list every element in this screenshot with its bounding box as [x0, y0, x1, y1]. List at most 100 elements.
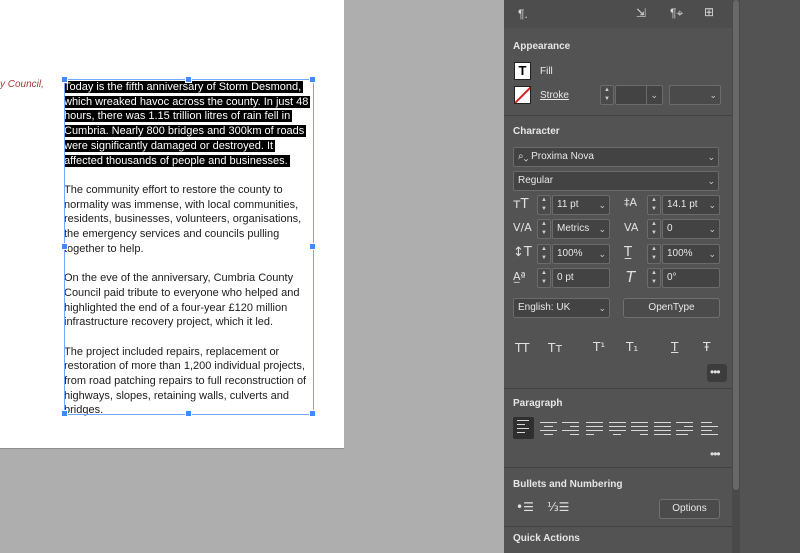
more-paragraph-options-icon[interactable]: •••	[710, 447, 721, 461]
leading-icon: ‡A	[624, 196, 638, 209]
vertical-scale-icon: ↕T	[513, 245, 532, 260]
character-title: Character	[513, 126, 560, 137]
subscript-button[interactable]: T₁	[626, 340, 638, 354]
tracking-stepper[interactable]: ▲ ▼	[647, 219, 661, 239]
justify-left-button[interactable]	[586, 419, 603, 437]
properties-panel: ¶. ⇲ ¶⌖ ⊞ Appearance T Fill Stroke ▲ ▼ ⌄ …	[504, 0, 800, 553]
panel-right-margin	[740, 0, 800, 553]
font-style-dropdown[interactable]: Regular ⌄	[513, 171, 719, 191]
fill-label: Fill	[540, 66, 553, 77]
handle-bottom-middle[interactable]	[185, 410, 192, 417]
previous-frame-text: y Council,	[0, 79, 44, 90]
stroke-type-dropdown[interactable]: ⌄	[669, 85, 721, 105]
align-left-button[interactable]	[513, 417, 534, 439]
vertical-scale-field[interactable]: 100% ⌄	[552, 244, 610, 264]
font-size-stepper[interactable]: ▲ ▼	[537, 195, 551, 215]
paragraph-title: Paragraph	[513, 398, 563, 409]
chevron-down-icon: ⌄	[707, 152, 715, 162]
fill-swatch-icon[interactable]: T	[514, 62, 531, 80]
new-frame-icon[interactable]: ⊞	[704, 5, 714, 19]
pasteboard	[344, 0, 504, 553]
handle-top-left[interactable]	[61, 76, 68, 83]
stroke-swatch-icon[interactable]	[514, 86, 531, 104]
font-size-icon: ᴛT	[513, 197, 529, 212]
font-size-field[interactable]: 11 pt ⌄	[552, 195, 610, 215]
align-center-button[interactable]	[540, 419, 557, 437]
align-away-from-spine-button[interactable]	[701, 419, 718, 437]
language-dropdown[interactable]: English: UK ⌄	[513, 298, 610, 318]
align-right-button[interactable]	[562, 419, 579, 437]
font-size-value: 11 pt	[557, 199, 579, 210]
skew-icon: T	[626, 268, 636, 286]
kerning-field[interactable]: Metrics ⌄	[552, 219, 610, 239]
tracking-value: 0	[667, 223, 673, 234]
horizontal-scale-field[interactable]: 100% ⌄	[662, 244, 720, 264]
justify-right-button[interactable]	[631, 419, 648, 437]
kerning-icon: V/A	[513, 221, 532, 234]
stroke-weight-dropdown[interactable]: ⌄	[646, 85, 663, 105]
handle-bottom-left[interactable]	[61, 410, 68, 417]
numbered-list-icon[interactable]: ⅓☰	[547, 500, 569, 514]
chevron-down-icon: ⌄	[707, 176, 715, 186]
baseline-shift-stepper[interactable]: ▲ ▼	[537, 268, 551, 288]
vertical-scale-value: 100%	[557, 248, 583, 259]
language-value: English: UK	[518, 302, 571, 313]
handle-middle-right[interactable]	[309, 243, 316, 250]
opentype-button[interactable]: OpenType	[623, 298, 720, 318]
stroke-label[interactable]: Stroke	[540, 90, 569, 101]
skew-value: 0°	[667, 272, 677, 283]
horizontal-scale-value: 100%	[667, 248, 693, 259]
paragraph-style-icon[interactable]: ¶⌖	[670, 6, 683, 20]
horizontal-scale-icon: T̲	[624, 245, 632, 260]
handle-top-middle[interactable]	[185, 76, 192, 83]
leading-value: 14.1 pt	[667, 199, 698, 210]
handle-middle-left[interactable]	[61, 243, 68, 250]
superscript-button[interactable]: T¹	[593, 340, 605, 354]
search-icon: ⌕⌄	[518, 151, 529, 162]
chevron-down-icon: ⌄	[598, 303, 606, 313]
baseline-shift-icon: A̲ª	[513, 270, 526, 283]
align-towards-spine-button[interactable]	[676, 419, 693, 437]
justify-center-button[interactable]	[609, 419, 626, 437]
skew-field[interactable]: 0°	[662, 268, 720, 288]
leading-stepper[interactable]: ▲ ▼	[647, 195, 661, 215]
underline-button[interactable]: T	[671, 340, 678, 354]
appearance-title: Appearance	[513, 41, 571, 52]
bulleted-list-icon[interactable]: •☰	[516, 500, 534, 514]
small-caps-button[interactable]: Tт	[548, 341, 562, 355]
kerning-stepper[interactable]: ▲ ▼	[537, 219, 551, 239]
handle-top-right[interactable]	[309, 76, 316, 83]
vertical-scale-stepper[interactable]: ▲ ▼	[537, 244, 551, 264]
panel-scrollbar[interactable]	[732, 0, 740, 553]
divider	[504, 467, 732, 468]
font-family-dropdown[interactable]: ⌕⌄ Proxima Nova ⌄	[513, 147, 719, 167]
horizontal-scale-stepper[interactable]: ▲ ▼	[647, 244, 661, 264]
handle-bottom-right[interactable]	[309, 410, 316, 417]
baseline-shift-field[interactable]: 0 pt	[552, 268, 610, 288]
quick-actions-title: Quick Actions	[513, 533, 580, 544]
paragraph-mark-icon[interactable]: ¶.	[518, 7, 528, 21]
more-icon: •••	[710, 365, 721, 379]
more-character-options-button[interactable]: •••	[707, 364, 727, 382]
font-family-value: Proxima Nova	[531, 151, 594, 162]
bullets-numbering-title: Bullets and Numbering	[513, 479, 623, 490]
skew-stepper[interactable]: ▲ ▼	[647, 268, 661, 288]
stroke-weight-stepper[interactable]: ▲ ▼	[600, 85, 614, 105]
all-caps-button[interactable]: TT	[515, 341, 529, 355]
divider	[504, 115, 732, 116]
leading-field[interactable]: 14.1 pt ⌄	[662, 195, 720, 215]
bullets-options-button[interactable]: Options	[659, 499, 720, 519]
tracking-field[interactable]: 0 ⌄	[662, 219, 720, 239]
kerning-value: Metrics	[557, 223, 590, 234]
strikethrough-button[interactable]: Ŧ	[703, 340, 710, 354]
divider	[504, 388, 732, 389]
scrollbar-thumb[interactable]	[733, 0, 739, 490]
justify-all-button[interactable]	[654, 419, 671, 437]
text-frame-bounds	[64, 79, 314, 415]
place-icon[interactable]: ⇲	[636, 6, 646, 20]
panel-toolbar: ¶. ⇲ ¶⌖ ⊞	[504, 0, 732, 28]
divider	[504, 526, 732, 527]
baseline-shift-value: 0 pt	[557, 272, 574, 283]
font-style-value: Regular	[518, 175, 554, 186]
tracking-icon: VA	[624, 221, 639, 234]
